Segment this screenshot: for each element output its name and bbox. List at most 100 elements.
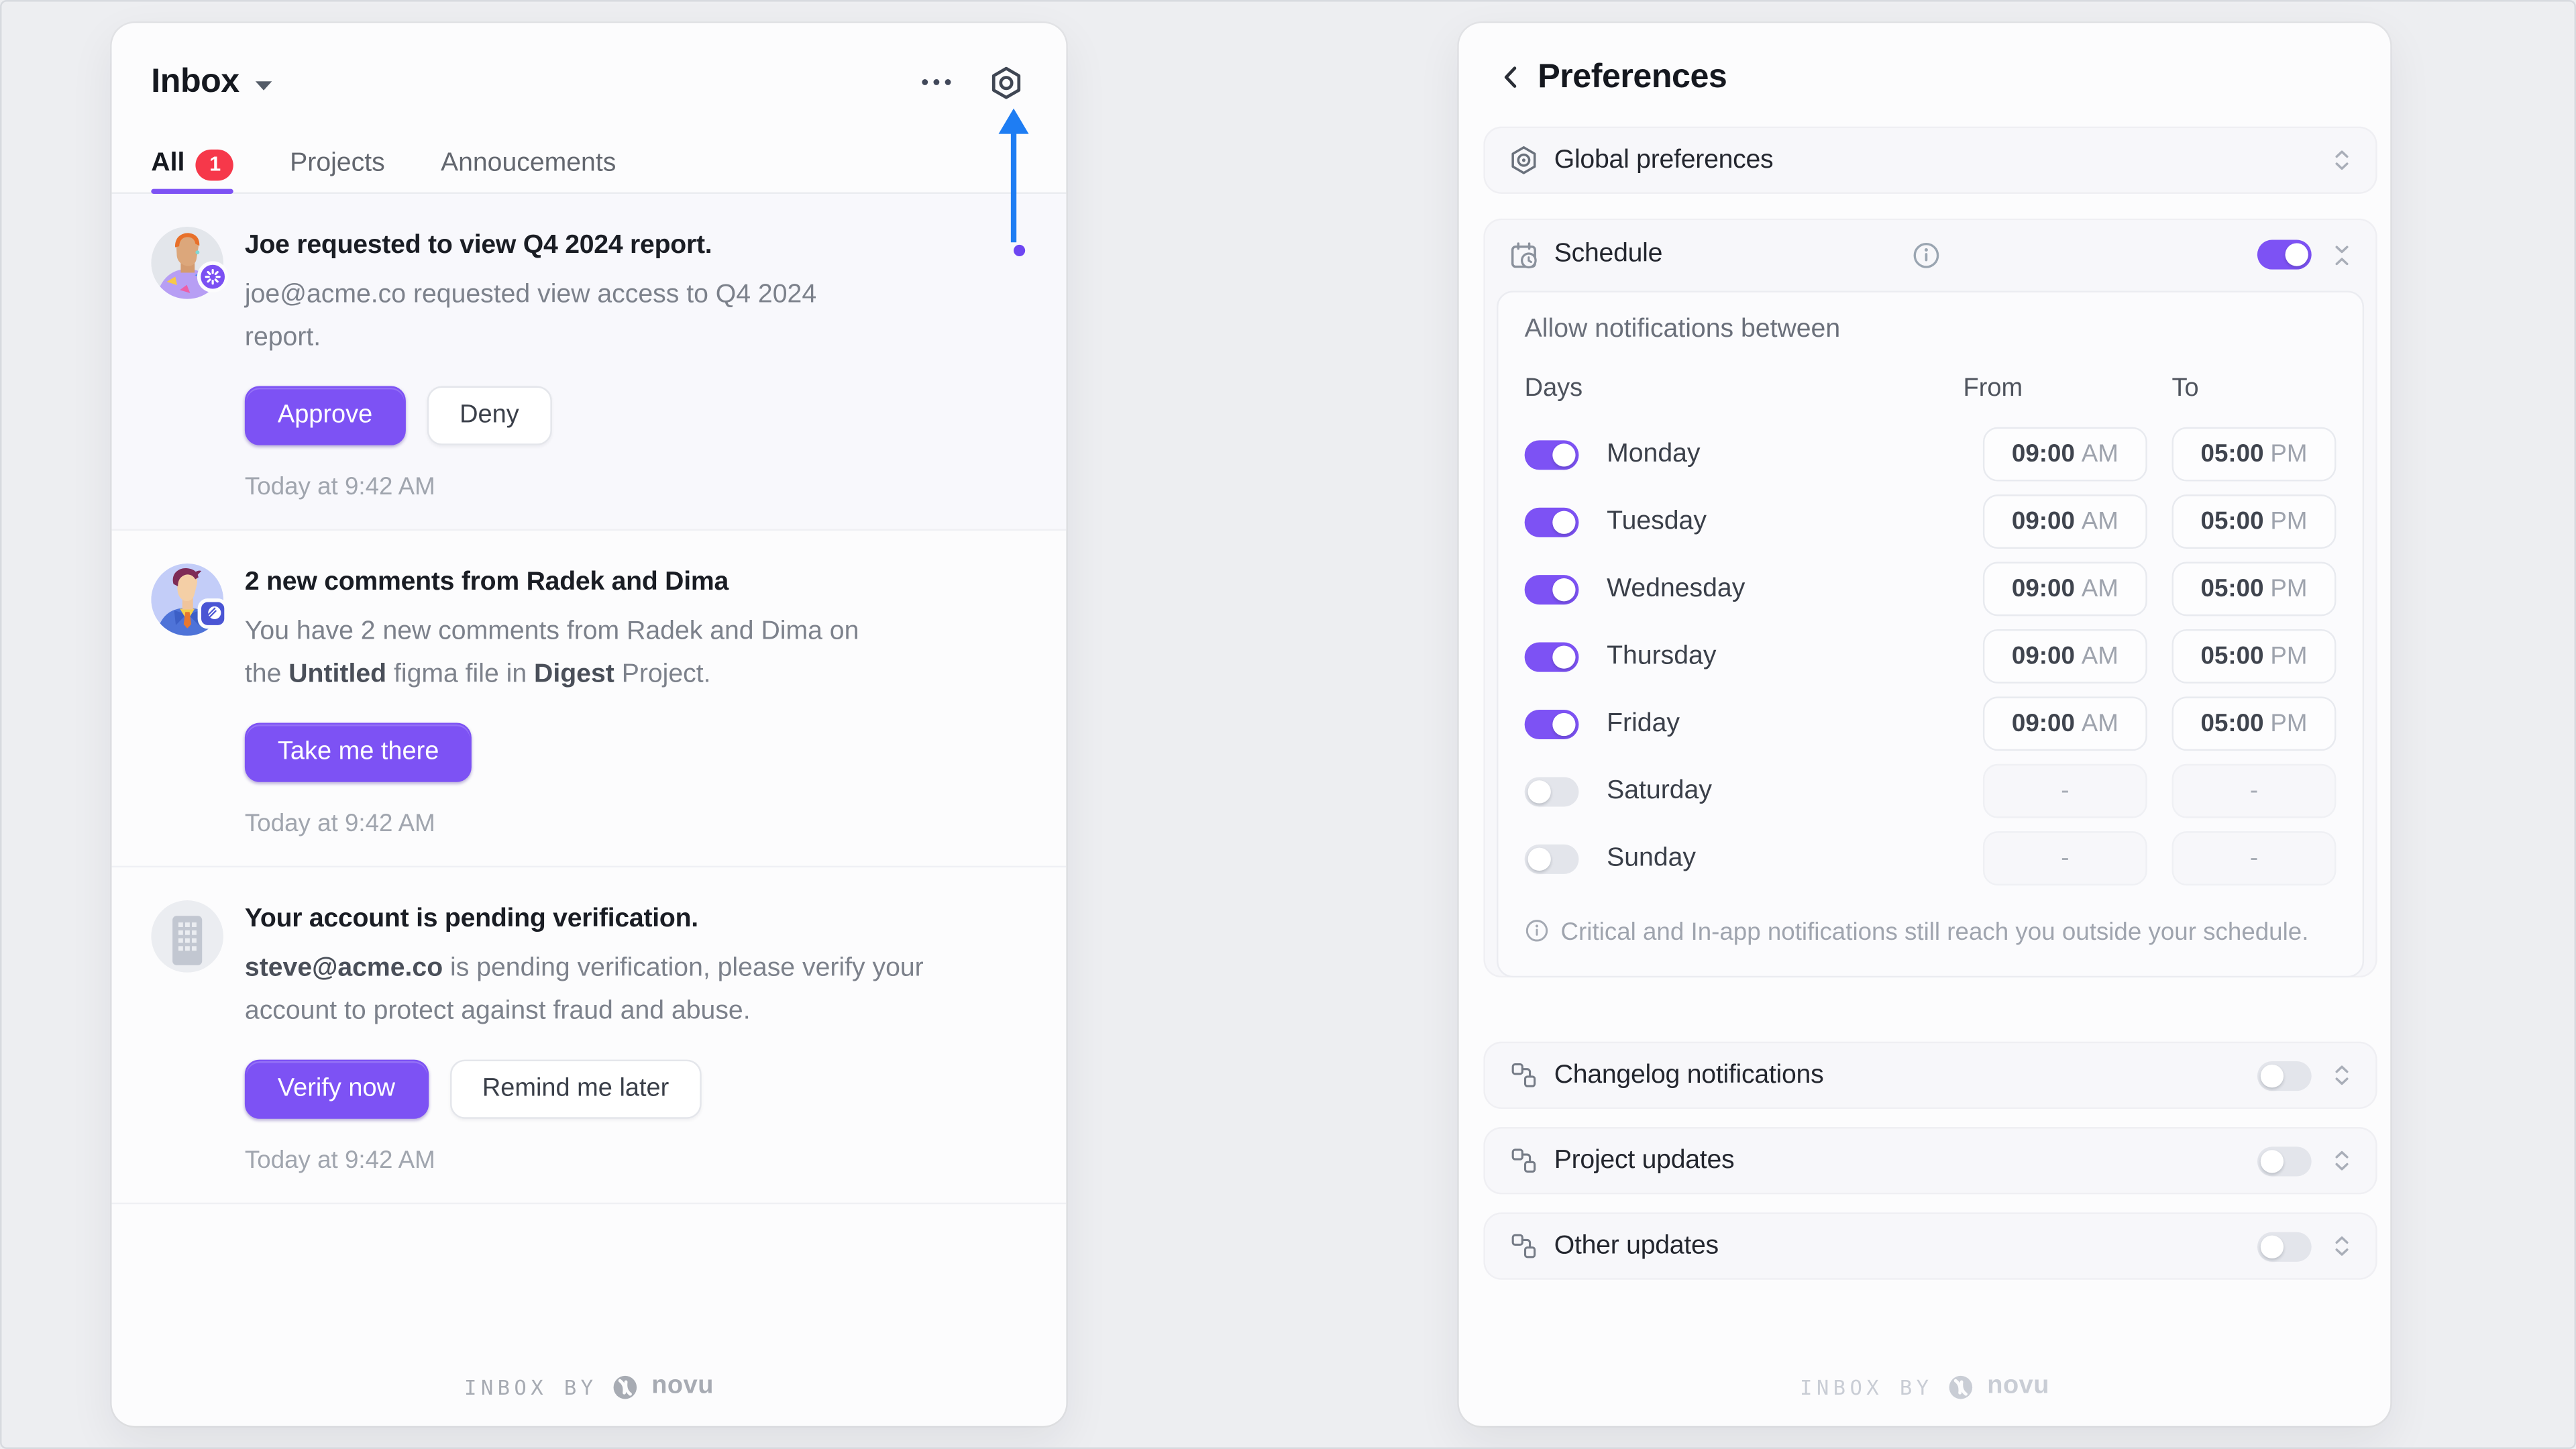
schedule-card: Schedule Allow notifications between — [1483, 219, 2377, 977]
remind-me-later-button[interactable]: Remind me later — [449, 1060, 702, 1119]
changelog-notifications-label: Changelog notifications — [1554, 1061, 2257, 1090]
expand-chevrons-icon[interactable] — [2330, 1063, 2355, 1087]
sunday-to-field: - — [2172, 831, 2337, 885]
notification-timestamp: Today at 9:42 AM — [245, 810, 1027, 838]
day-label: Wednesday — [1607, 574, 1983, 604]
notification-access-request[interactable]: Joe requested to view Q4 2024 report. jo… — [112, 194, 1067, 531]
saturday-to-field: - — [2172, 764, 2337, 818]
notification-title: Joe requested to view Q4 2024 report. — [245, 227, 1027, 266]
global-preferences-icon — [1507, 145, 1540, 176]
settings-gear-icon[interactable] — [981, 58, 1030, 107]
notification-comments[interactable]: 2 new comments from Radek and Dima You h… — [112, 531, 1067, 867]
back-chevron-icon[interactable] — [1492, 58, 1532, 97]
approve-button[interactable]: Approve — [245, 386, 405, 445]
calendar-clock-icon — [1507, 239, 1540, 270]
changelog-notifications-card: Changelog notifications — [1483, 1042, 2377, 1109]
day-label: Tuesday — [1607, 507, 1983, 537]
wednesday-to-field[interactable]: 05:00PM — [2172, 562, 2337, 616]
tab-announcements[interactable]: Annoucements — [441, 150, 616, 179]
unread-dot — [1014, 245, 1025, 256]
verify-now-button[interactable]: Verify now — [245, 1060, 428, 1119]
project-updates-toggle[interactable] — [2257, 1146, 2312, 1175]
inbox-footer: INBOX BY novu — [112, 1372, 1067, 1401]
notification-body: You have 2 new comments from Radek and D… — [245, 611, 885, 696]
allow-notifications-label: Allow notifications between — [1525, 315, 2337, 345]
day-label: Saturday — [1607, 776, 1983, 806]
avatar-commenter — [151, 564, 223, 636]
schedule-header-row[interactable]: Schedule — [1483, 219, 2377, 291]
notification-actions: Take me there — [245, 723, 1027, 782]
schedule-row-wednesday: Wednesday 09:00AM 05:00PM — [1525, 555, 2337, 623]
global-preferences-card: Global preferences — [1483, 127, 2377, 194]
monday-to-field[interactable]: 05:00PM — [2172, 427, 2337, 482]
other-updates-toggle[interactable] — [2257, 1232, 2312, 1261]
tab-projects[interactable]: Projects — [290, 150, 385, 179]
info-icon — [1913, 241, 2257, 269]
changelog-toggle[interactable] — [2257, 1061, 2312, 1090]
notification-verification[interactable]: Your account is pending verification. st… — [112, 867, 1067, 1204]
schedule-row-monday: Monday 09:00AM 05:00PM — [1525, 421, 2337, 488]
deny-button[interactable]: Deny — [427, 386, 552, 445]
notification-title: 2 new comments from Radek and Dima — [245, 564, 1027, 603]
schedule-row-saturday: Saturday - - — [1525, 757, 2337, 824]
friday-from-field[interactable]: 09:00AM — [1983, 696, 2147, 751]
schedule-toggle[interactable] — [2257, 240, 2312, 270]
expand-chevrons-icon[interactable] — [2330, 1234, 2355, 1258]
notification-actions: Verify now Remind me later — [245, 1060, 1027, 1119]
more-options-icon[interactable] — [912, 58, 961, 107]
notification-body: joe@acme.co requested view access to Q4 … — [245, 274, 885, 360]
inbox-panel: Inbox All 1 Projects Annoucements — [112, 23, 1067, 1426]
sunday-toggle[interactable] — [1525, 844, 1579, 873]
schedule-body: Allow notifications between Days From To… — [1497, 290, 2364, 977]
project-updates-label: Project updates — [1554, 1146, 2257, 1175]
schedule-column-headers: Days From To — [1525, 374, 2337, 404]
friday-toggle[interactable] — [1525, 709, 1579, 739]
tab-all[interactable]: All 1 — [151, 149, 234, 180]
avatar-joe-app-badge — [197, 261, 229, 301]
tab-all-label: All — [151, 150, 184, 179]
schedule-row-sunday: Sunday - - — [1525, 824, 2337, 892]
schedule-label: Schedule — [1554, 240, 1899, 270]
project-updates-row[interactable]: Project updates — [1483, 1127, 2377, 1194]
other-updates-card: Other updates — [1483, 1212, 2377, 1279]
take-me-there-button[interactable]: Take me there — [245, 723, 472, 782]
workflow-icon — [1507, 1061, 1540, 1089]
notification-actions: Approve Deny — [245, 386, 1027, 445]
novu-logo-icon — [1946, 1373, 1974, 1401]
thursday-to-field[interactable]: 05:00PM — [2172, 629, 2337, 684]
expand-chevrons-icon[interactable] — [2330, 1148, 2355, 1173]
from-column-label: From — [1943, 374, 2127, 404]
schedule-note: Critical and In-app notifications still … — [1525, 915, 2337, 949]
tuesday-toggle[interactable] — [1525, 507, 1579, 537]
monday-toggle[interactable] — [1525, 439, 1579, 469]
sunday-from-field: - — [1983, 831, 2147, 885]
wednesday-from-field[interactable]: 09:00AM — [1983, 562, 2147, 616]
preferences-header: Preferences — [1459, 23, 2391, 119]
thursday-toggle[interactable] — [1525, 641, 1579, 671]
info-icon — [1525, 918, 1550, 943]
active-tab-underline — [151, 189, 233, 194]
other-updates-row[interactable]: Other updates — [1483, 1212, 2377, 1279]
monday-from-field[interactable]: 09:00AM — [1983, 427, 2147, 482]
changelog-notifications-row[interactable]: Changelog notifications — [1483, 1042, 2377, 1109]
saturday-toggle[interactable] — [1525, 776, 1579, 806]
day-label: Monday — [1607, 439, 1983, 469]
wednesday-toggle[interactable] — [1525, 574, 1579, 604]
inbox-title: Inbox — [151, 62, 239, 102]
collapse-chevrons-icon[interactable] — [2330, 242, 2355, 267]
unread-count-badge: 1 — [197, 149, 234, 180]
tuesday-from-field[interactable]: 09:00AM — [1983, 494, 2147, 549]
powered-by-label: INBOX BY — [1800, 1375, 1933, 1399]
tuesday-to-field[interactable]: 05:00PM — [2172, 494, 2337, 549]
expand-chevrons-icon[interactable] — [2330, 148, 2355, 172]
global-preferences-row[interactable]: Global preferences — [1483, 127, 2377, 194]
avatar-joe — [151, 227, 223, 299]
schedule-note-text: Critical and In-app notifications still … — [1561, 915, 2309, 949]
chevron-down-icon[interactable] — [254, 70, 272, 99]
thursday-from-field[interactable]: 09:00AM — [1983, 629, 2147, 684]
friday-to-field[interactable]: 05:00PM — [2172, 696, 2337, 751]
schedule-row-tuesday: Tuesday 09:00AM 05:00PM — [1525, 488, 2337, 555]
inbox-tabs: All 1 Projects Annoucements — [112, 127, 1067, 194]
inbox-header: Inbox — [112, 23, 1067, 126]
tab-announcements-label: Annoucements — [441, 150, 616, 179]
